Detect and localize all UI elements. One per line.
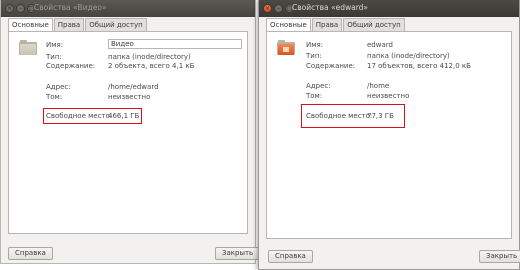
type-label: Тип:	[46, 53, 62, 61]
type-value: папка (inode/directory)	[367, 52, 450, 60]
free-space-label: Свободное место:	[306, 112, 373, 120]
contents-value: 17 объектов, всего 412,0 кБ	[367, 62, 471, 70]
properties-window-video: × – □ Свойства «Видео» Основные Права Об…	[0, 0, 261, 264]
close-button[interactable]: Закрыть	[479, 250, 520, 263]
basic-panel: Имя: Видео Тип: папка (inode/directory) …	[8, 31, 248, 234]
free-space-value: 77,3 ГБ	[367, 112, 394, 120]
close-button[interactable]: Закрыть	[215, 247, 261, 260]
location-value: /home/edward	[108, 83, 159, 91]
folder-icon	[19, 40, 37, 55]
properties-window-edward: × – □ Свойства «edward» Основные Права О…	[258, 0, 520, 270]
volume-label: Том:	[46, 93, 63, 101]
minimize-icon[interactable]: –	[16, 4, 25, 13]
contents-value: 2 объекта, всего 4,1 кБ	[108, 62, 195, 70]
window-controls: × – □	[5, 4, 36, 13]
volume-label: Том:	[306, 92, 323, 100]
name-value[interactable]: edward	[367, 41, 393, 49]
location-label: Адрес:	[46, 83, 71, 91]
name-input[interactable]: Видео	[108, 39, 242, 49]
titlebar[interactable]: × – □ Свойства «Видео»	[1, 0, 255, 17]
location-value: /home	[367, 82, 390, 90]
volume-value: неизвестно	[108, 93, 151, 101]
close-icon[interactable]: ×	[263, 4, 272, 13]
help-button[interactable]: Справка	[8, 247, 53, 260]
name-label: Имя:	[306, 41, 324, 49]
home-folder-icon	[277, 40, 295, 55]
name-label: Имя:	[46, 41, 64, 49]
location-label: Адрес:	[306, 82, 331, 90]
contents-label: Содержание:	[306, 62, 356, 70]
window-title: Свойства «edward»	[292, 3, 369, 12]
window-title: Свойства «Видео»	[34, 3, 107, 12]
type-label: Тип:	[306, 52, 322, 60]
contents-label: Содержание:	[46, 62, 96, 70]
close-icon[interactable]: ×	[5, 4, 14, 13]
titlebar[interactable]: × – □ Свойства «edward»	[259, 0, 519, 17]
free-space-value: 466,1 ГБ	[108, 112, 140, 120]
minimize-icon[interactable]: –	[274, 4, 283, 13]
free-space-label: Свободное место:	[46, 112, 113, 120]
volume-value: неизвестно	[367, 92, 410, 100]
basic-panel: Имя: edward Тип: папка (inode/directory)…	[266, 31, 512, 239]
window-controls: × – □	[263, 4, 294, 13]
help-button[interactable]: Справка	[268, 250, 313, 263]
type-value: папка (inode/directory)	[108, 53, 191, 61]
